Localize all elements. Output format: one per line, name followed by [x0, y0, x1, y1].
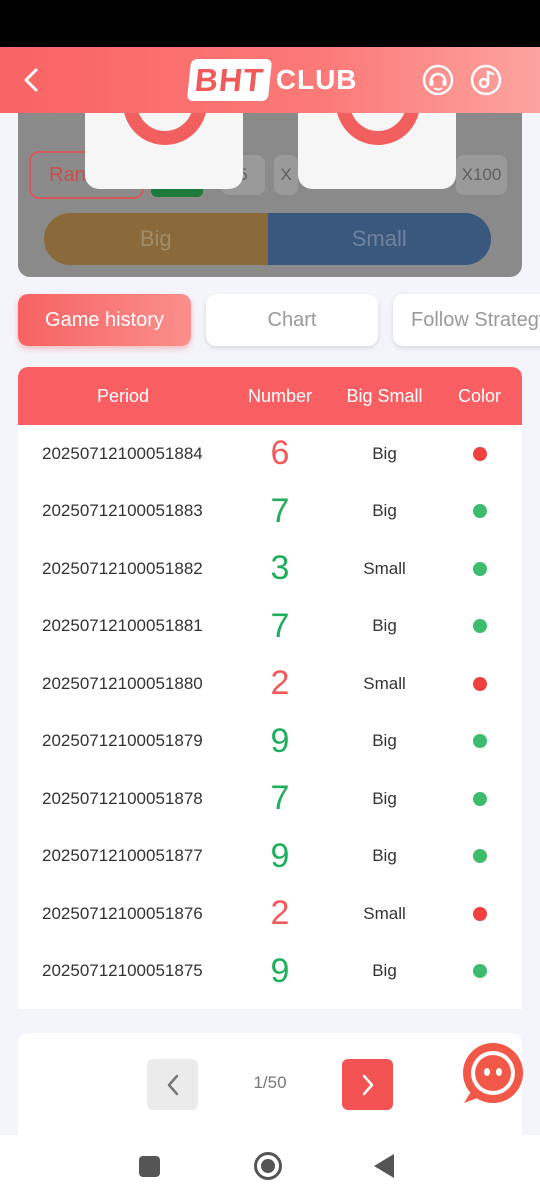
back-arrow-icon[interactable]: [20, 67, 44, 93]
logo-club-text: CLUB: [275, 64, 358, 95]
color-cell: [437, 791, 522, 806]
color-dot: [472, 734, 487, 749]
next-page-button[interactable]: [342, 1059, 393, 1110]
table-row: 20250712100051876 2 Small: [18, 885, 522, 943]
game-history-table: Period Number Big Small Color 2025071210…: [18, 367, 522, 1009]
big-small-cell: Big: [372, 846, 397, 866]
color-dot: [472, 964, 487, 979]
big-button[interactable]: Big: [44, 213, 268, 265]
tab-chart[interactable]: Chart: [206, 294, 378, 346]
table-row: 20250712100051878 7 Big: [18, 770, 522, 828]
color-cell: [437, 849, 522, 864]
number-cell: 2: [270, 664, 290, 703]
tab-follow-strategy[interactable]: Follow Strategy: [393, 294, 540, 346]
period-cell: 20250712100051881: [42, 616, 203, 636]
prev-page-button[interactable]: [147, 1059, 198, 1110]
number-cell: 7: [270, 491, 290, 530]
table-row: 20250712100051882 3 Small: [18, 540, 522, 598]
chat-bubble-icon[interactable]: [460, 1041, 526, 1107]
color-dot: [472, 561, 487, 576]
color-cell: [437, 619, 522, 634]
back-triangle-icon[interactable]: [374, 1154, 394, 1178]
big-small-cell: Small: [363, 673, 406, 693]
result-card-left: [85, 113, 243, 189]
number-cell: 3: [270, 549, 290, 588]
app-header: BHT CLUB: [0, 47, 540, 113]
color-dot: [472, 676, 487, 691]
table-row: 20250712100051877 9 Big: [18, 828, 522, 886]
page-indicator: 1/50: [253, 1073, 287, 1092]
color-dot: [472, 446, 487, 461]
result-ball-icon: [123, 113, 207, 145]
table-row: 20250712100051879 9 Big: [18, 713, 522, 771]
big-small-selector: Big Small: [44, 213, 491, 265]
period-cell: 20250712100051878: [42, 788, 203, 808]
pagination: 1/50: [18, 1033, 522, 1135]
big-small-cell: Small: [363, 903, 406, 923]
number-cell: 6: [270, 434, 290, 473]
color-dot: [472, 791, 487, 806]
table-row: 20250712100051880 2 Small: [18, 655, 522, 713]
big-small-cell: Big: [372, 501, 397, 521]
color-cell: [437, 561, 522, 576]
multiplier-x100[interactable]: X100: [456, 155, 507, 195]
color-dot: [472, 619, 487, 634]
table-row: 20250712100051884 6 Big: [18, 425, 522, 483]
color-cell: [437, 964, 522, 979]
number-cell: 7: [270, 606, 290, 645]
header-big-small: Big Small: [346, 385, 423, 406]
period-cell: 20250712100051879: [42, 731, 203, 751]
period-cell: 20250712100051875: [42, 961, 203, 981]
number-cell: 9: [270, 951, 290, 990]
recent-apps-icon[interactable]: [139, 1156, 160, 1177]
big-small-cell: Big: [372, 731, 397, 751]
period-cell: 20250712100051876: [42, 903, 203, 923]
table-body: 20250712100051884 6 Big 20250712100051883 7 B…: [18, 425, 522, 1000]
home-icon[interactable]: [254, 1152, 282, 1180]
number-cell: 9: [270, 721, 290, 760]
chevron-right-icon: [362, 1074, 373, 1095]
result-card-right: [298, 113, 456, 189]
color-dot: [472, 504, 487, 519]
customer-support-icon[interactable]: [422, 64, 454, 96]
table-row: 20250712100051881 7 Big: [18, 598, 522, 656]
number-cell: 2: [270, 894, 290, 933]
big-small-cell: Big: [372, 961, 397, 981]
color-cell: [437, 676, 522, 691]
period-cell: 20250712100051877: [42, 846, 203, 866]
period-cell: 20250712100051882: [42, 558, 203, 578]
color-cell: [437, 734, 522, 749]
chevron-left-icon: [167, 1074, 178, 1095]
music-toggle-icon[interactable]: [470, 64, 502, 96]
color-dot: [472, 849, 487, 864]
number-cell: 9: [270, 836, 290, 875]
big-small-cell: Small: [363, 558, 406, 578]
tab-game-history[interactable]: Game history: [18, 294, 191, 346]
app-logo: BHT CLUB: [186, 57, 358, 103]
big-small-cell: Big: [372, 788, 397, 808]
system-nav-bar: [0, 1135, 540, 1200]
small-button[interactable]: Small: [267, 213, 491, 265]
period-cell: 20250712100051884: [42, 443, 203, 463]
big-small-cell: Big: [372, 616, 397, 636]
header-color: Color: [457, 385, 501, 406]
table-row: 20250712100051883 7 Big: [18, 483, 522, 541]
color-cell: [437, 504, 522, 519]
status-bar: [0, 0, 540, 47]
header-number: Number: [247, 385, 313, 406]
period-cell: 20250712100051883: [42, 501, 203, 521]
logo-bht-text: BHT: [186, 59, 272, 101]
color-cell: [437, 446, 522, 461]
table-row: 20250712100051875 9 Big: [18, 943, 522, 1001]
header-period: Period: [96, 385, 150, 406]
multiplier-x-partial[interactable]: X: [274, 155, 298, 195]
table-header: Period Number Big Small Color: [18, 367, 522, 425]
period-cell: 20250712100051880: [42, 673, 203, 693]
color-dot: [472, 906, 487, 921]
number-cell: 7: [270, 779, 290, 818]
result-ball-icon: [336, 113, 420, 145]
color-cell: [437, 906, 522, 921]
big-small-cell: Big: [372, 443, 397, 463]
